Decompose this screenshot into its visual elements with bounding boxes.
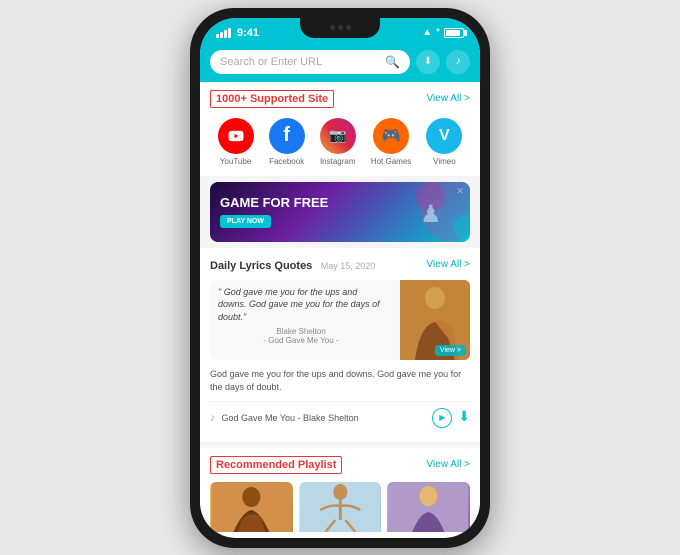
daily-title-group: Daily Lyrics Quotes May 15, 2020	[210, 256, 375, 274]
site-hotgames[interactable]: 🎮 Hot Games	[371, 118, 411, 166]
status-time: 9:41	[237, 27, 259, 39]
phone-frame: 9:41 ▲ * Search or Enter URL 🔍 ⬇ ♪	[190, 8, 490, 548]
quote-image: View >	[400, 280, 470, 360]
phone-screen: 9:41 ▲ * Search or Enter URL 🔍 ⬇ ♪	[200, 18, 480, 538]
site-vimeo[interactable]: V Vimeo	[426, 118, 462, 166]
quote-artist: Blake Shelton	[218, 327, 384, 336]
playlist-item-2[interactable]: The Happiest Pop	[387, 482, 470, 532]
song-row: ♪ God Gave Me You - Blake Shelton ▶ ⬇	[210, 401, 470, 434]
banner-ad[interactable]: GAME FOR FREE PLAY NOW ✕ ♟	[210, 182, 470, 242]
youtube-icon	[218, 118, 254, 154]
hotgames-icon: 🎮	[373, 118, 409, 154]
playlist-item-1[interactable]: Indie Yoga	[299, 482, 382, 532]
sites-row: YouTube f Facebook 📷 Instagram 🎮	[200, 112, 480, 176]
vimeo-label: Vimeo	[433, 157, 456, 166]
site-instagram[interactable]: 📷 Instagram	[320, 118, 356, 166]
playlist-item-0[interactable]: Classical Meditation	[210, 482, 293, 532]
download-song-icon[interactable]: ⬇	[458, 408, 470, 428]
daily-view-all[interactable]: View All >	[427, 259, 470, 270]
daily-title: Daily Lyrics Quotes	[210, 260, 312, 272]
song-name: God Gave Me You - Blake Shelton	[222, 413, 427, 423]
main-content: 1000+ Supported Site View All > YouTube …	[200, 82, 480, 532]
play-button[interactable]: ▶	[432, 408, 452, 428]
quote-song: - God Gave Me You -	[218, 336, 384, 345]
banner-text: GAME FOR FREE PLAY NOW	[220, 195, 328, 229]
thumb-pop-img	[387, 482, 470, 532]
playlist-thumbs: Classical Meditation	[210, 482, 470, 532]
playlist-view-all[interactable]: View All >	[427, 459, 470, 470]
supported-sites-header: 1000+ Supported Site View All >	[200, 82, 480, 112]
hotgames-label: Hot Games	[371, 157, 411, 166]
instagram-icon: 📷	[320, 118, 356, 154]
quote-text: " God gave me you for the ups and downs.…	[218, 286, 384, 324]
search-bar-area: Search or Enter URL 🔍 ⬇ ♪	[200, 46, 480, 82]
daily-date: May 15, 2020	[321, 261, 376, 271]
meditation-svg	[210, 482, 293, 532]
daily-lyrics-section: Daily Lyrics Quotes May 15, 2020 View Al…	[200, 248, 480, 442]
supported-sites-title: 1000+ Supported Site	[210, 90, 334, 108]
search-bar[interactable]: Search or Enter URL 🔍	[210, 50, 410, 74]
quote-text-wrap: " God gave me you for the ups and downs.…	[210, 280, 392, 360]
quote-view-btn[interactable]: View >	[435, 345, 466, 356]
music-icon-btn[interactable]: ♪	[446, 50, 470, 74]
vimeo-icon: V	[426, 118, 462, 154]
music-note-icon: ♪	[210, 412, 216, 424]
daily-lyrics-header: Daily Lyrics Quotes May 15, 2020 View Al…	[210, 256, 470, 274]
recommended-playlist-section: Recommended Playlist View All >	[200, 448, 480, 532]
download-icon-btn[interactable]: ⬇	[416, 50, 440, 74]
facebook-label: Facebook	[269, 157, 304, 166]
notch	[300, 18, 380, 38]
svg-text:♟: ♟	[420, 201, 442, 228]
thumb-meditation-img	[210, 482, 293, 532]
playlist-header: Recommended Playlist View All >	[210, 456, 470, 474]
youtube-label: YouTube	[220, 157, 251, 166]
battery-icon	[444, 28, 464, 38]
site-youtube[interactable]: YouTube	[218, 118, 254, 166]
wifi-icon: ▲	[422, 27, 432, 38]
search-icon: 🔍	[385, 55, 400, 69]
thumb-yoga-img	[299, 482, 382, 532]
yoga-svg	[299, 482, 382, 532]
status-right: ▲ *	[422, 27, 464, 38]
search-input[interactable]: Search or Enter URL	[220, 56, 379, 68]
banner-decoration: ♟	[380, 182, 470, 242]
facebook-icon: f	[269, 118, 305, 154]
banner-title: GAME FOR FREE	[220, 195, 328, 211]
pop-svg	[387, 482, 470, 532]
playlist-title: Recommended Playlist	[210, 456, 342, 474]
status-left: 9:41	[216, 27, 259, 39]
supported-sites-view-all[interactable]: View All >	[427, 93, 470, 104]
supported-sites-section: 1000+ Supported Site View All > YouTube …	[200, 82, 480, 176]
quote-description: God gave me you for the ups and downs. G…	[210, 368, 470, 395]
instagram-label: Instagram	[320, 157, 356, 166]
site-facebook[interactable]: f Facebook	[269, 118, 305, 166]
banner-play-btn[interactable]: PLAY NOW	[220, 215, 271, 228]
bluetooth-icon: *	[436, 27, 440, 38]
quote-card: " God gave me you for the ups and downs.…	[210, 280, 470, 360]
song-actions: ▶ ⬇	[432, 408, 470, 428]
